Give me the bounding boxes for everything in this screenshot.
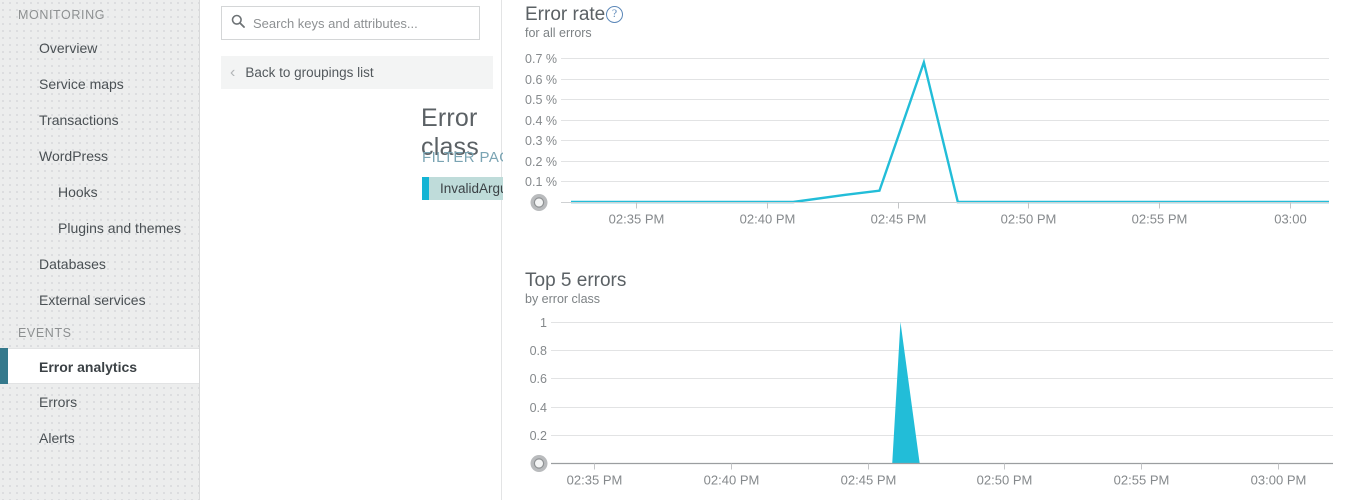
sidebar-item-label: Transactions <box>39 112 119 128</box>
nav-section-header: EVENTS <box>18 326 72 340</box>
sidebar-item-external-services[interactable]: External services <box>0 282 199 318</box>
top-5-errors-plot[interactable]: 0.2 0.4 0.6 0.8 1 02:35 PM 02:40 PM 02:45 PM 02:… <box>503 305 1366 500</box>
time-range-handle[interactable] <box>530 194 548 211</box>
sidebar-item-databases[interactable]: Databases <box>0 246 199 282</box>
y-axis-tick-label: 1 <box>540 316 547 330</box>
sidebar-item-hooks[interactable]: Hooks <box>0 174 199 210</box>
sidebar-item-transactions[interactable]: Transactions <box>0 102 199 138</box>
x-axis-tick-label: 02:40 PM <box>740 212 796 227</box>
y-axis-tick-label: 0.2 <box>530 429 547 443</box>
question-mark-icon[interactable]: ? <box>606 6 623 23</box>
sidebar-item-label: Error analytics <box>39 359 138 375</box>
sidebar-item-service-maps[interactable]: Service maps <box>0 66 199 102</box>
error-rate-chart-svg: 0.1 % 0.2 % 0.3 % 0.4 % 0.5 % 0.6 % 0.7 % 02:35… <box>525 52 1329 227</box>
x-axis-tick-label: 02:55 PM <box>1132 212 1188 227</box>
error-analytics-page: MONITORING Overview Service maps Transactio… <box>0 0 1366 500</box>
sidebar-item-label: Plugins and themes <box>58 220 181 236</box>
sidebar-item-plugins-and-themes[interactable]: Plugins and themes <box>0 210 199 246</box>
y-axis-tick-label: 0.1 % <box>525 175 557 189</box>
y-axis-tick-label: 0.4 <box>530 401 547 415</box>
error-rate-plot[interactable]: 0.1 % 0.2 % 0.3 % 0.4 % 0.5 % 0.6 % 0.7 % 02:35… <box>503 40 1366 230</box>
groupings-panel: Search keys and attributes... ‹ Back to … <box>201 0 693 500</box>
y-axis-tick-label: 0.4 % <box>525 114 557 128</box>
sidebar-item-label: Overview <box>39 40 98 56</box>
top-5-errors-title: Top 5 errors <box>525 270 627 291</box>
search-icon <box>231 14 245 33</box>
sidebar-item-label: Databases <box>39 256 106 272</box>
back-link-label: Back to groupings list <box>245 65 374 80</box>
error-rate-subtitle: for all errors <box>525 26 592 40</box>
x-axis-tick-label: 02:50 PM <box>977 473 1033 488</box>
y-axis-tick-label: 0.7 % <box>525 52 557 66</box>
sidebar-item-label: Alerts <box>39 430 75 446</box>
search-placeholder: Search keys and attributes... <box>253 15 418 31</box>
y-axis-tick-label: 0.6 <box>530 372 547 386</box>
y-axis-tick-label: 0.8 <box>530 344 547 358</box>
sidebar-item-label: Service maps <box>39 76 124 92</box>
sidebar-item-label: External services <box>39 292 146 308</box>
y-axis-tick-label: 0.6 % <box>525 73 557 87</box>
x-axis-tick-label: 02:55 PM <box>1114 473 1170 488</box>
row-selected-accent <box>422 177 429 200</box>
top-5-errors-subtitle: by error class <box>525 292 601 306</box>
series-area <box>561 322 1333 463</box>
y-axis-tick-label: 0.3 % <box>525 134 557 148</box>
sidebar-item-label: WordPress <box>39 148 108 164</box>
x-axis-tick-label: 02:50 PM <box>1001 212 1057 227</box>
sidebar-item-errors[interactable]: Errors <box>0 384 199 420</box>
time-range-handle[interactable] <box>530 455 548 472</box>
x-axis-tick-label: 02:35 PM <box>609 212 665 227</box>
charts-area: Error rate ? for all errors 0.1 % 0.2 % 0.… <box>503 0 1366 500</box>
error-rate-title: Error rate <box>525 4 606 25</box>
sidebar-item-overview[interactable]: Overview <box>0 30 199 66</box>
chevron-left-icon: ‹ <box>230 63 236 81</box>
x-axis-tick-label: 02:40 PM <box>704 473 760 488</box>
sidebar-item-label: Errors <box>39 394 78 410</box>
y-axis-tick-label: 0.5 % <box>525 93 557 107</box>
sidebar-nav: MONITORING Overview Service maps Transactio… <box>0 0 200 500</box>
back-to-groupings-link[interactable]: ‹ Back to groupings list <box>221 56 493 89</box>
sidebar-item-wordpress[interactable]: WordPress <box>0 138 199 174</box>
sidebar-item-error-analytics[interactable]: Error analytics <box>0 348 199 384</box>
x-axis-tick-label: 02:35 PM <box>567 473 623 488</box>
sidebar-item-label: Hooks <box>58 184 98 200</box>
x-axis-tick-label: 03:00 PM <box>1251 473 1307 488</box>
y-axis-tick-label: 0.2 % <box>525 155 557 169</box>
top-5-errors-chart-svg: 0.2 0.4 0.6 0.8 1 02:35 PM 02:40 PM 02:45 PM 02:… <box>530 316 1333 488</box>
search-input[interactable]: Search keys and attributes... <box>221 6 480 40</box>
sidebar-item-alerts[interactable]: Alerts <box>0 420 199 456</box>
x-axis-tick-label: 02:45 PM <box>871 212 927 227</box>
x-axis-tick-label: 02:45 PM <box>841 473 897 488</box>
x-axis-tick-label: 03:00 <box>1274 212 1307 227</box>
nav-section-header: MONITORING <box>18 8 106 22</box>
